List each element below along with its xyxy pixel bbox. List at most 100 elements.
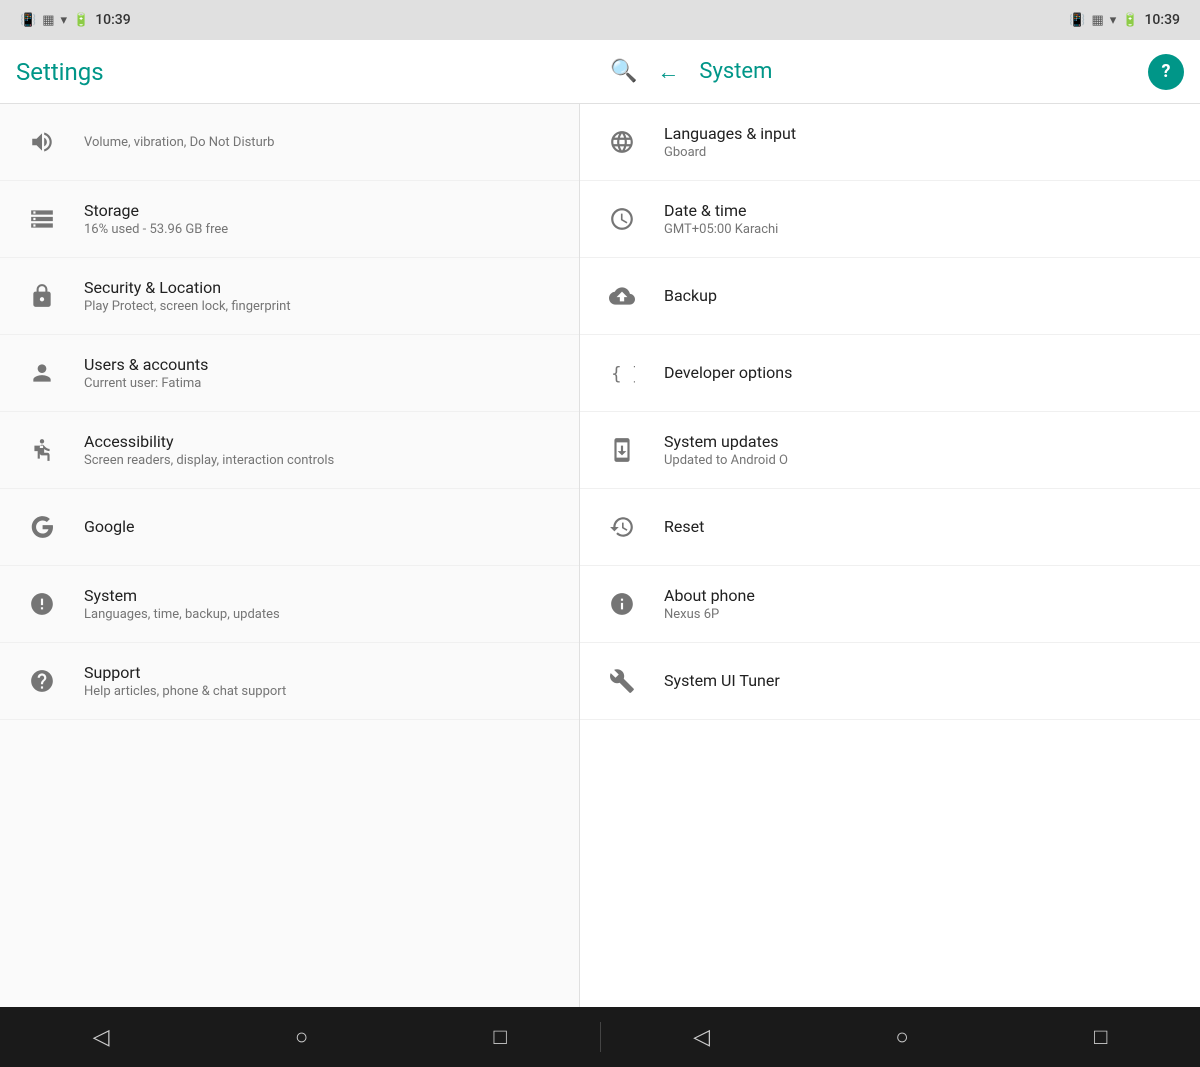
accessibility-title: Accessibility — [84, 432, 559, 451]
wifi-icon-right: ▾ — [1110, 13, 1117, 28]
system-title: System — [84, 586, 559, 605]
security-subtitle: Play Protect, screen lock, fingerprint — [84, 299, 559, 314]
sidebar-item-security[interactable]: Security & Location Play Protect, screen… — [0, 258, 579, 335]
status-bar: 📳 ▦ ▾ 🔋 10:39 📳 ▦ ▾ 🔋 10:39 — [0, 0, 1200, 40]
reset-icon — [600, 505, 644, 549]
datetime-subtitle: GMT+05:00 Karachi — [664, 222, 1180, 237]
sound-text: Volume, vibration, Do Not Disturb — [84, 135, 559, 150]
recents-nav-left[interactable]: □ — [494, 1024, 507, 1050]
developer-text: Developer options — [664, 363, 1180, 384]
users-title: Users & accounts — [84, 355, 559, 374]
clock-icon — [600, 197, 644, 241]
right-item-about[interactable]: About phone Nexus 6P — [580, 566, 1200, 643]
storage-icon — [20, 197, 64, 241]
support-icon — [20, 659, 64, 703]
security-title: Security & Location — [84, 278, 559, 297]
battery-icon-right: 🔋 — [1122, 13, 1138, 28]
about-title: About phone — [664, 586, 1180, 605]
about-subtitle: Nexus 6P — [664, 607, 1180, 622]
right-item-backup[interactable]: Backup — [580, 258, 1200, 335]
sidebar-item-accessibility[interactable]: Accessibility Screen readers, display, i… — [0, 412, 579, 489]
uituner-title: System UI Tuner — [664, 671, 1180, 690]
languages-subtitle: Gboard — [664, 145, 1180, 160]
recents-nav-right[interactable]: □ — [1094, 1024, 1107, 1050]
about-text: About phone Nexus 6P — [664, 586, 1180, 622]
support-subtitle: Help articles, phone & chat support — [84, 684, 559, 699]
storage-text: Storage 16% used - 53.96 GB free — [84, 201, 559, 237]
storage-subtitle: 16% used - 53.96 GB free — [84, 222, 559, 237]
bottom-nav-left: ◁ ○ □ — [0, 1024, 600, 1050]
reset-title: Reset — [664, 517, 1180, 536]
status-bar-left: 📳 ▦ ▾ 🔋 10:39 — [20, 12, 131, 28]
sound-icon — [20, 120, 64, 164]
right-panel: Languages & input Gboard Date & time GMT… — [580, 104, 1200, 1007]
reset-text: Reset — [664, 517, 1180, 538]
backup-text: Backup — [664, 286, 1180, 307]
search-icon[interactable]: 🔍 — [610, 59, 637, 84]
vibrate-icon-left: 📳 — [20, 13, 36, 28]
time-right: 10:39 — [1144, 12, 1180, 28]
settings-title: Settings — [16, 58, 104, 86]
users-text: Users & accounts Current user: Fatima — [84, 355, 559, 391]
wifi-icon-left: ▾ — [60, 13, 67, 28]
right-item-datetime[interactable]: Date & time GMT+05:00 Karachi — [580, 181, 1200, 258]
header-left: Settings — [16, 58, 590, 86]
google-icon — [20, 505, 64, 549]
google-text: Google — [84, 517, 559, 538]
wrench-icon — [600, 659, 644, 703]
developer-title: Developer options — [664, 363, 1180, 382]
google-title: Google — [84, 517, 559, 536]
signal-icon-left: ▦ — [42, 13, 54, 28]
sidebar-item-support[interactable]: Support Help articles, phone & chat supp… — [0, 643, 579, 720]
header: Settings 🔍 ← System ? — [0, 40, 1200, 104]
security-text: Security & Location Play Protect, screen… — [84, 278, 559, 314]
updates-subtitle: Updated to Android O — [664, 453, 1180, 468]
battery-icon-left: 🔋 — [73, 13, 89, 28]
right-item-updates[interactable]: System updates Updated to Android O — [580, 412, 1200, 489]
back-nav-right[interactable]: ◁ — [693, 1025, 710, 1050]
uituner-text: System UI Tuner — [664, 671, 1180, 692]
sidebar-item-system[interactable]: System Languages, time, backup, updates — [0, 566, 579, 643]
signal-icon-right: ▦ — [1091, 13, 1103, 28]
header-right: 🔍 ← System ? — [590, 54, 1184, 90]
vibrate-icon-right: 📳 — [1069, 13, 1085, 28]
right-item-reset[interactable]: Reset — [580, 489, 1200, 566]
sidebar-item-storage[interactable]: Storage 16% used - 53.96 GB free — [0, 181, 579, 258]
system-subtitle: Languages, time, backup, updates — [84, 607, 559, 622]
right-item-languages[interactable]: Languages & input Gboard — [580, 104, 1200, 181]
help-button[interactable]: ? — [1148, 54, 1184, 90]
bottom-nav-right: ◁ ○ □ — [601, 1024, 1200, 1050]
sound-subtitle: Volume, vibration, Do Not Disturb — [84, 135, 559, 150]
left-panel: Volume, vibration, Do Not Disturb Storag… — [0, 104, 580, 1007]
home-nav-left[interactable]: ○ — [295, 1024, 308, 1050]
back-icon[interactable]: ← — [657, 59, 679, 85]
datetime-title: Date & time — [664, 201, 1180, 220]
users-icon — [20, 351, 64, 395]
system-text: System Languages, time, backup, updates — [84, 586, 559, 622]
users-subtitle: Current user: Fatima — [84, 376, 559, 391]
content-area: Volume, vibration, Do Not Disturb Storag… — [0, 104, 1200, 1007]
language-icon — [600, 120, 644, 164]
languages-text: Languages & input Gboard — [664, 124, 1180, 160]
update-icon — [600, 428, 644, 472]
accessibility-text: Accessibility Screen readers, display, i… — [84, 432, 559, 468]
datetime-text: Date & time GMT+05:00 Karachi — [664, 201, 1180, 237]
sidebar-item-users[interactable]: Users & accounts Current user: Fatima — [0, 335, 579, 412]
help-icon: ? — [1162, 61, 1171, 82]
support-text: Support Help articles, phone & chat supp… — [84, 663, 559, 699]
developer-icon: { } — [600, 351, 644, 395]
right-item-developer[interactable]: { } Developer options — [580, 335, 1200, 412]
status-bar-right: 📳 ▦ ▾ 🔋 10:39 — [1069, 12, 1180, 28]
bottom-nav: ◁ ○ □ ◁ ○ □ — [0, 1007, 1200, 1067]
system-icon — [20, 582, 64, 626]
home-nav-right[interactable]: ○ — [895, 1024, 908, 1050]
time-left: 10:39 — [95, 12, 131, 28]
sidebar-item-sound[interactable]: Volume, vibration, Do Not Disturb — [0, 104, 579, 181]
system-title: System — [699, 59, 1128, 84]
back-nav-left[interactable]: ◁ — [93, 1025, 110, 1050]
updates-title: System updates — [664, 432, 1180, 451]
support-title: Support — [84, 663, 559, 682]
sidebar-item-google[interactable]: Google — [0, 489, 579, 566]
svg-text:{ }: { } — [611, 365, 635, 385]
right-item-uituner[interactable]: System UI Tuner — [580, 643, 1200, 720]
